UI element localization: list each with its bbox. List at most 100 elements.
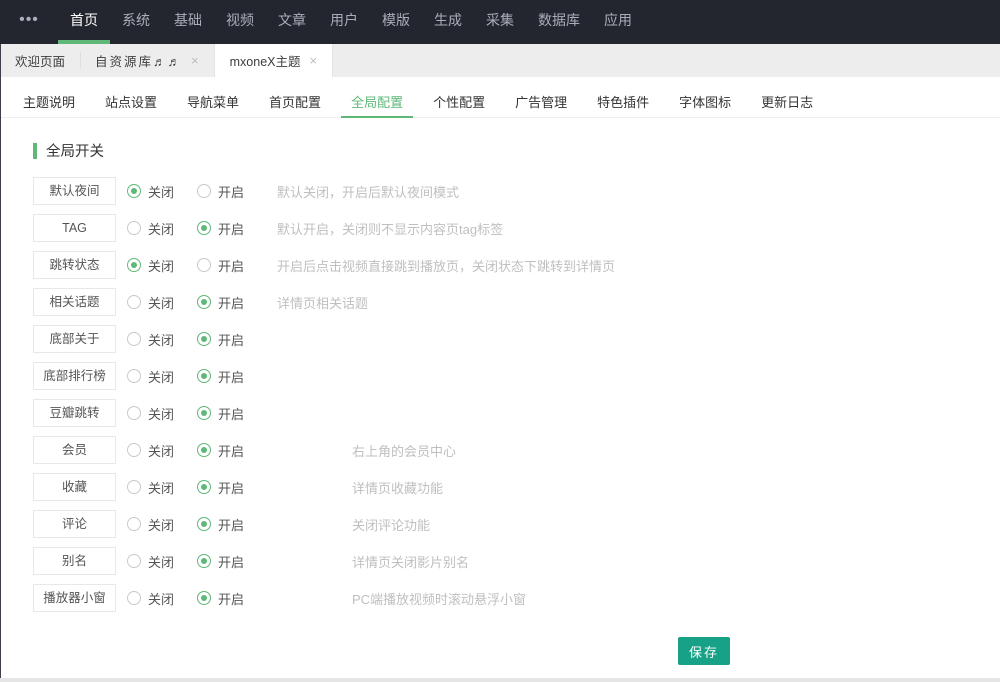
radio-circle-icon [197, 554, 211, 568]
subnav-tab-label: 站点设置 [105, 92, 157, 111]
radio-on[interactable]: 开启 [197, 404, 267, 423]
radio-off[interactable]: 关闭 [127, 515, 197, 534]
radio-off[interactable]: 关闭 [127, 182, 197, 201]
nav-item-系统[interactable]: 系统 [110, 0, 162, 44]
radio-circle-icon [197, 258, 211, 272]
radio-on[interactable]: 开启 [197, 293, 267, 312]
radio-circle-icon [127, 443, 141, 457]
subnav-tab[interactable]: 个性配置 [423, 85, 495, 117]
radio-circle-icon [197, 480, 211, 494]
radio-off[interactable]: 关闭 [127, 367, 197, 386]
nav-item-label: 系统 [122, 10, 150, 30]
tab-label: mxoneX主题 [230, 51, 301, 70]
radio-circle-icon [127, 258, 141, 272]
radio-off[interactable]: 关闭 [127, 404, 197, 423]
radio-off[interactable]: 关闭 [127, 478, 197, 497]
form-row: TAG 关闭 开启 默认开启，关闭则不显示内容页tag标签 [33, 214, 1000, 242]
radio-on-label: 开启 [218, 589, 244, 608]
radio-off[interactable]: 关闭 [127, 589, 197, 608]
nav-item-label: 数据库 [538, 10, 580, 30]
row-description: 默认开启，关闭则不显示内容页tag标签 [277, 219, 503, 238]
radio-off[interactable]: 关闭 [127, 219, 197, 238]
nav-item-label: 用户 [330, 10, 358, 30]
tab[interactable]: 自资源库♬♬ × [80, 44, 214, 77]
form-row: 播放器小窗 关闭 开启 PC端播放视频时滚动悬浮小窗 [33, 584, 1000, 612]
subnav-tab[interactable]: 全局配置 [341, 85, 413, 117]
form-row: 底部排行榜 关闭 开启 [33, 362, 1000, 390]
more-menu-icon[interactable]: ••• [0, 0, 58, 44]
subnav-tab-label: 更新日志 [761, 92, 813, 111]
form-row: 默认夜间 关闭 开启 默认关闭，开启后默认夜间模式 [33, 177, 1000, 205]
radio-circle-icon [197, 295, 211, 309]
radio-on[interactable]: 开启 [197, 182, 267, 201]
radio-off[interactable]: 关闭 [127, 293, 197, 312]
subnav-tab[interactable]: 主题说明 [13, 85, 85, 117]
section-title: 全局开关 [33, 140, 1000, 161]
radio-group: 关闭 开启 [127, 552, 267, 571]
radio-on[interactable]: 开启 [197, 219, 267, 238]
radio-group: 关闭 开启 [127, 182, 267, 201]
subnav-tab[interactable]: 广告管理 [505, 85, 577, 117]
form-rows: 默认夜间 关闭 开启 默认关闭，开启后默认夜间模式 TAG 关闭 开启 默认开启… [33, 177, 1000, 612]
radio-group: 关闭 开启 [127, 404, 267, 423]
row-label: 底部排行榜 [33, 362, 116, 390]
radio-on[interactable]: 开启 [197, 256, 267, 275]
row-description: 关闭评论功能 [352, 515, 430, 534]
nav-item-生成[interactable]: 生成 [422, 0, 474, 44]
radio-circle-icon [127, 406, 141, 420]
row-label: 评论 [33, 510, 116, 538]
radio-off[interactable]: 关闭 [127, 256, 197, 275]
nav-item-用户[interactable]: 用户 [318, 0, 370, 44]
subnav-tab[interactable]: 特色插件 [587, 85, 659, 117]
radio-on[interactable]: 开启 [197, 478, 267, 497]
subnav-tab[interactable]: 字体图标 [669, 85, 741, 117]
subnav-tab-label: 特色插件 [597, 92, 649, 111]
subnav-tab-label: 字体图标 [679, 92, 731, 111]
radio-circle-icon [197, 221, 211, 235]
radio-on[interactable]: 开启 [197, 330, 267, 349]
subnav-tab-label: 广告管理 [515, 92, 567, 111]
radio-on[interactable]: 开启 [197, 515, 267, 534]
radio-off-label: 关闭 [148, 589, 174, 608]
section-title-text: 全局开关 [46, 140, 104, 161]
tab-strip: 欢迎页面 自资源库♬♬ × mxoneX主题 × [0, 44, 1000, 77]
subnav-tab[interactable]: 更新日志 [751, 85, 823, 117]
nav-item-视频[interactable]: 视频 [214, 0, 266, 44]
radio-off[interactable]: 关闭 [127, 330, 197, 349]
radio-off[interactable]: 关闭 [127, 441, 197, 460]
row-description: 右上角的会员中心 [352, 441, 456, 460]
subnav-tab[interactable]: 首页配置 [259, 85, 331, 117]
row-label: 播放器小窗 [33, 584, 116, 612]
nav-item-应用[interactable]: 应用 [592, 0, 644, 44]
radio-circle-icon [197, 332, 211, 346]
nav-item-数据库[interactable]: 数据库 [526, 0, 592, 44]
radio-circle-icon [197, 369, 211, 383]
nav-item-文章[interactable]: 文章 [266, 0, 318, 44]
radio-off[interactable]: 关闭 [127, 552, 197, 571]
close-icon[interactable]: × [191, 54, 199, 67]
row-label: 跳转状态 [33, 251, 116, 279]
radio-on-label: 开启 [218, 367, 244, 386]
nav-item-label: 应用 [604, 10, 632, 30]
radio-on[interactable]: 开启 [197, 552, 267, 571]
radio-on[interactable]: 开启 [197, 589, 267, 608]
tab[interactable]: 欢迎页面 [0, 44, 80, 77]
radio-group: 关闭 开启 [127, 441, 267, 460]
subnav-tab-label: 首页配置 [269, 92, 321, 111]
radio-circle-icon [197, 443, 211, 457]
nav-item-基础[interactable]: 基础 [162, 0, 214, 44]
tab[interactable]: mxoneX主题 × [214, 44, 333, 77]
radio-on-label: 开启 [218, 330, 244, 349]
radio-circle-icon [127, 554, 141, 568]
subnav-tab[interactable]: 站点设置 [95, 85, 167, 117]
radio-on[interactable]: 开启 [197, 441, 267, 460]
nav-item-首页[interactable]: 首页 [58, 0, 110, 44]
save-button[interactable]: 保存 [678, 637, 730, 665]
nav-item-采集[interactable]: 采集 [474, 0, 526, 44]
close-icon[interactable]: × [309, 54, 317, 67]
radio-on-label: 开启 [218, 182, 244, 201]
nav-item-模版[interactable]: 模版 [370, 0, 422, 44]
radio-on[interactable]: 开启 [197, 367, 267, 386]
subnav-tab[interactable]: 导航菜单 [177, 85, 249, 117]
radio-off-label: 关闭 [148, 219, 174, 238]
